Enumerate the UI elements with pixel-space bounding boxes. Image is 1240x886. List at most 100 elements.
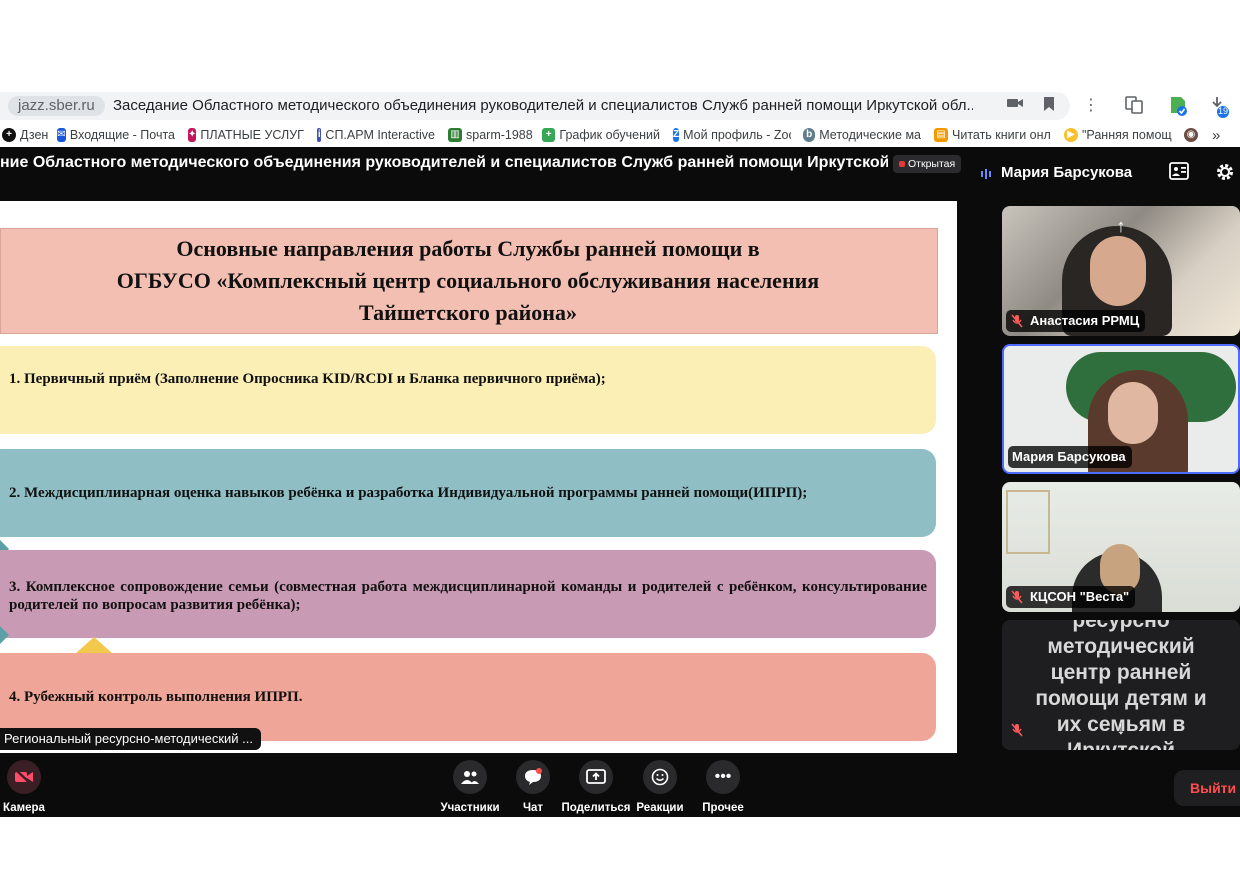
settings-gear-icon[interactable] [1213,162,1237,186]
avatar-text-line: Иркутской [1002,738,1240,750]
b-icon: b [803,128,816,142]
active-speaker-name: Мария Барсукова [1001,164,1133,181]
zoom-icon: Z [673,128,680,142]
slide-title-line: Тайшетского района» [359,300,577,325]
layout-toggle-icon[interactable] [1167,162,1191,186]
lock-open-icon [899,161,905,167]
decor-triangle [76,637,112,653]
bookmark-zoom-profile[interactable]: Z Мой профиль - Zoom [673,126,791,144]
participant-name-tag: Мария Барсукова [1008,446,1132,468]
slide-item-3: 3. Комплексное сопровождение семьи (совм… [0,550,936,638]
participant-background [1006,490,1050,554]
participants-label: Участники [440,802,500,814]
bookmark-label: СП.АРМ Interactive [325,128,435,142]
avatar-text-line: центр ранней [1050,661,1192,684]
participant-name: КЦСОН "Веста" [1030,589,1130,604]
bookmark-label: sparm-1988 [466,128,533,142]
avatar-text-line: методический [1047,635,1195,658]
slide-title-line: ОГБУСО «Комплексный центр социального об… [116,268,820,293]
slide-title: Основные направления работы Службы ранне… [0,233,936,329]
share-label: Поделиться [561,802,631,814]
open-badge: Открытая [893,155,962,173]
participant-name-tag: КЦСОН "Веста" [1006,586,1136,608]
participant-mute-indicator [1010,723,1024,742]
bookmarks-overflow-icon[interactable]: » [1212,126,1220,144]
download-count: 19 [1217,106,1228,116]
mic-muted-icon [1011,314,1023,328]
translate-icon[interactable] [1123,95,1145,117]
bookmark-training-schedule[interactable]: + График обучений [542,126,660,144]
extension-shield-icon[interactable] [1167,95,1189,117]
bookmark-icon[interactable] [1039,96,1059,116]
participant-tile-active[interactable]: Мария Барсукова [1002,344,1240,474]
reactions-label: Реакции [636,802,684,814]
bookmark-extra[interactable]: ◉ [1184,126,1198,144]
bookmark-label: Мой профиль - Zoom [683,128,791,142]
participant-name: Мария Барсукова [1012,449,1126,464]
slide-item-2: 2. Междисциплинарная оценка навыков ребё… [0,449,936,537]
slide-item-1: 1. Первичный приём (Заполнение Опросника… [0,346,936,434]
info-icon: i [317,128,322,142]
slide-item-text: 2. Междисциплинарная оценка навыков ребё… [9,485,808,501]
owl-icon: ◉ [1184,128,1198,142]
more-vert-icon[interactable]: ⋮ [1080,95,1102,117]
play-icon: ▶ [1064,128,1078,142]
avatar-text-line: помощи детям и [1035,687,1207,710]
bookmark-label: Читать книги онл [952,128,1051,142]
chat-icon [516,760,550,794]
bookmark-read-books[interactable]: ▤ Читать книги онл [934,126,1052,144]
audio-level-icon [980,167,992,179]
domain-chip[interactable]: jazz.sber.ru [8,96,105,116]
presenter-label: Региональный ресурсно-методический ... [0,728,262,750]
chat-label: Чат [522,802,544,814]
participant-name: Анастасия РРМЦ [1030,313,1140,328]
bookmark-label: ПЛАТНЫЕ УСЛУГИ [200,128,304,142]
camera-blocked-icon[interactable] [1005,96,1025,116]
more-horiz-icon: ••• [706,760,740,794]
bookmark-label: Дзен [20,128,49,142]
scroll-up-icon[interactable]: ↑ [1111,216,1131,236]
reactions-button[interactable]: Реакции [625,760,695,814]
bookmark-mail[interactable]: ✉ Входящие - Почта [57,126,175,144]
service-icon: ✦ [188,128,197,142]
bookmark-dzen[interactable]: + Дзен [2,126,48,144]
bookmark-methodical[interactable]: b Методические ма [803,126,921,144]
meeting-title: ние Областного методического объединения… [0,154,888,171]
slide-title-line: Основные направления работы Службы ранне… [176,236,760,261]
leave-button[interactable]: Выйти [1174,770,1240,806]
slide-item-text: 3. Комплексное сопровождение семьи (совм… [9,579,927,613]
scroll-down-icon[interactable]: ↓ [1111,718,1131,738]
open-badge-label: Открытая [908,158,956,170]
mail-icon: ✉ [57,128,66,142]
participants-button[interactable]: Участники [435,760,505,814]
plus-icon: + [542,128,556,142]
participant-face [1108,382,1158,444]
share-screen-icon [579,760,613,794]
page-title: Заседание Областного методического объед… [113,97,973,114]
bookmark-label: График обучений [559,128,660,142]
participant-face [1090,236,1146,306]
bookmark-label: Входящие - Почта [69,128,175,142]
decor-triangle [0,626,9,644]
more-label: Прочее [702,802,744,814]
participant-tile[interactable]: КЦСОН "Веста" [1002,482,1240,612]
smile-icon [643,760,677,794]
bookmark-paid-services[interactable]: ✦ ПЛАТНЫЕ УСЛУГИ [188,126,304,144]
bookmark-sparm-interactive[interactable]: i СП.АРМ Interactive [317,126,435,144]
camera-button[interactable]: Камера [0,760,59,814]
book-icon: ▤ [934,128,948,142]
mic-muted-icon [1011,723,1023,737]
more-button[interactable]: ••• Прочее [688,760,758,814]
bookmark-label: Методические ма [819,128,921,142]
participant-tile[interactable]: ресурсно методический центр ранней помощ… [1002,620,1240,750]
dzen-icon: + [2,128,16,142]
chat-button[interactable]: Чат [498,760,568,814]
bookmark-early-help[interactable]: ▶ "Ранняя помощ [1064,126,1182,144]
bookmark-sparm-1988[interactable]: ▥ sparm-1988 [448,126,533,144]
share-button[interactable]: Поделиться [561,760,631,814]
bookmark-label: "Ранняя помощ [1082,128,1172,142]
participant-tile[interactable]: ↑ Анастасия РРМЦ [1002,206,1240,336]
camera-off-icon [7,760,41,794]
sparm-icon: ▥ [448,128,462,142]
avatar-text-line: ресурсно [1072,620,1170,632]
